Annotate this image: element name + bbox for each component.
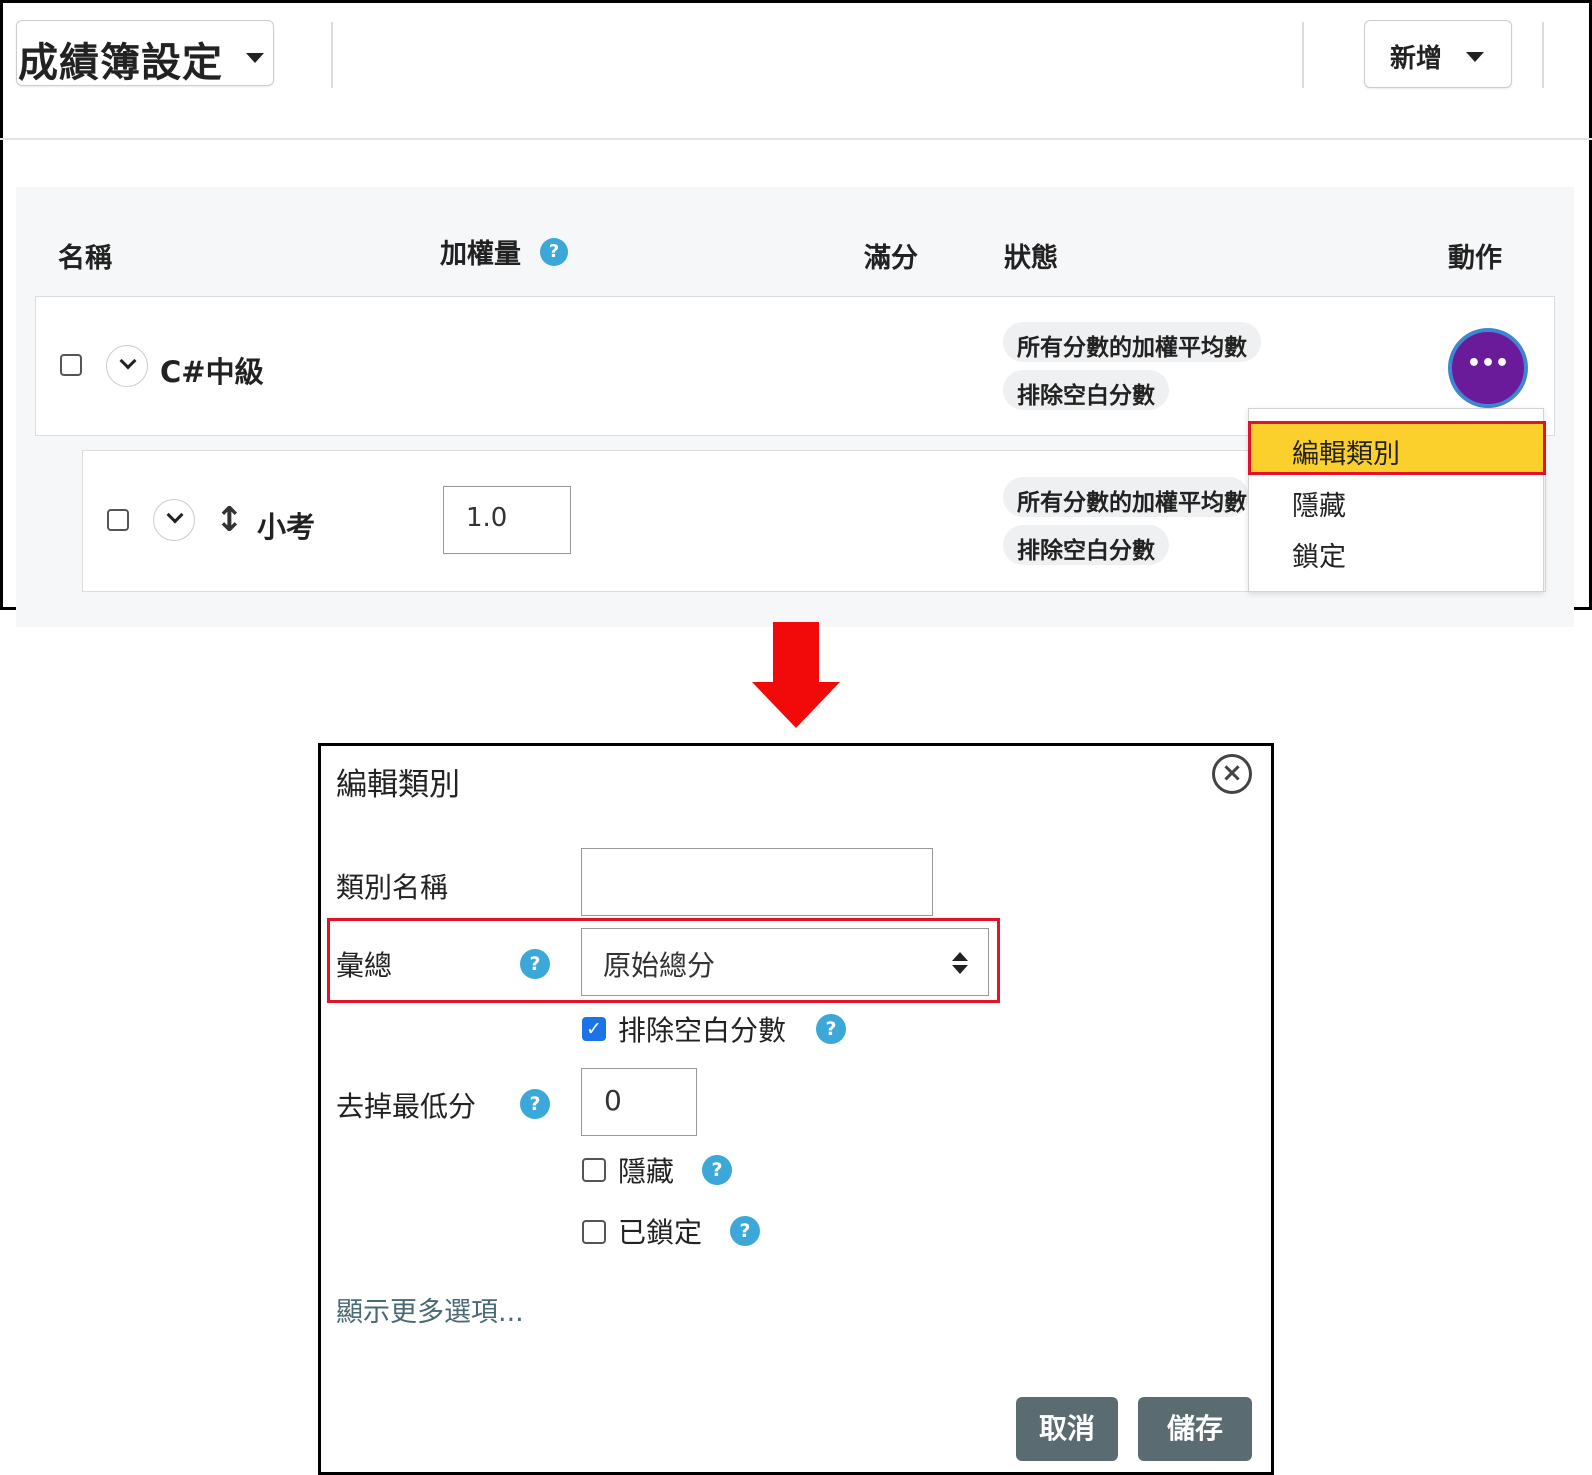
row-checkbox[interactable]: [107, 509, 129, 531]
locked-label: 已鎖定: [618, 1216, 703, 1249]
column-header-actions: 動作: [1448, 243, 1502, 274]
help-icon[interactable]: ?: [730, 1216, 760, 1246]
column-header-name: 名稱: [58, 243, 112, 274]
help-icon[interactable]: ?: [520, 1089, 550, 1119]
sort-down-icon: [952, 965, 968, 974]
category-name: 小考: [257, 510, 316, 544]
menu-item-hide[interactable]: 隱藏: [1292, 484, 1346, 523]
move-icon[interactable]: ↕: [215, 500, 244, 540]
column-header-status: 狀態: [1004, 243, 1058, 274]
sort-up-icon: [952, 952, 968, 961]
divider: [1302, 22, 1304, 88]
status-badge: 所有分數的加權平均數: [1003, 322, 1261, 362]
category-name-label: 類別名稱: [336, 871, 449, 904]
save-button[interactable]: 儲存: [1138, 1397, 1252, 1461]
weight-input[interactable]: 1.0: [443, 486, 571, 554]
hidden-checkbox[interactable]: [582, 1158, 606, 1182]
category-name: C#中級: [160, 355, 264, 389]
category-name-input[interactable]: [581, 848, 933, 916]
drop-lowest-label: 去掉最低分: [336, 1090, 477, 1123]
arrow-head: [752, 682, 840, 728]
status-badge: 排除空白分數: [1003, 370, 1169, 410]
exclude-empty-label: 排除空白分數: [618, 1014, 787, 1047]
help-icon[interactable]: ?: [816, 1014, 846, 1044]
add-button-label: 新增: [1390, 44, 1443, 74]
exclude-empty-checkbox[interactable]: ✓: [582, 1017, 606, 1041]
locked-checkbox[interactable]: [582, 1220, 606, 1244]
caret-down-icon: [246, 53, 264, 63]
status-badge: 排除空白分數: [1003, 525, 1169, 565]
help-icon[interactable]: ?: [520, 949, 550, 979]
header-divider: [0, 138, 1592, 140]
help-icon[interactable]: ?: [540, 238, 568, 266]
drop-lowest-input[interactable]: 0: [581, 1068, 697, 1136]
column-header-max: 滿分: [864, 243, 918, 274]
row-checkbox[interactable]: [60, 354, 82, 376]
arrow-down-icon: [773, 622, 819, 684]
menu-item-lock[interactable]: 鎖定: [1292, 535, 1346, 574]
caret-down-icon: [1466, 52, 1484, 62]
divider: [331, 22, 333, 88]
hidden-label: 隱藏: [618, 1155, 675, 1188]
dialog-title: 編輯類別: [336, 767, 460, 803]
divider: [1542, 22, 1544, 88]
status-badge: 所有分數的加權平均數: [1003, 477, 1249, 517]
close-icon[interactable]: ×: [1212, 754, 1252, 794]
cancel-button[interactable]: 取消: [1016, 1397, 1118, 1461]
aggregation-label: 彙總: [336, 949, 393, 982]
help-icon[interactable]: ?: [702, 1155, 732, 1185]
show-more-options-link[interactable]: 顯示更多選項...: [336, 1290, 524, 1329]
menu-item-label: 編輯類別: [1292, 439, 1400, 470]
column-header-weight: 加權量: [440, 239, 521, 270]
gradebook-title: 成績簿設定: [18, 40, 223, 86]
actions-menu-button[interactable]: •••: [1448, 328, 1528, 408]
aggregation-value: 原始總分: [603, 949, 716, 982]
